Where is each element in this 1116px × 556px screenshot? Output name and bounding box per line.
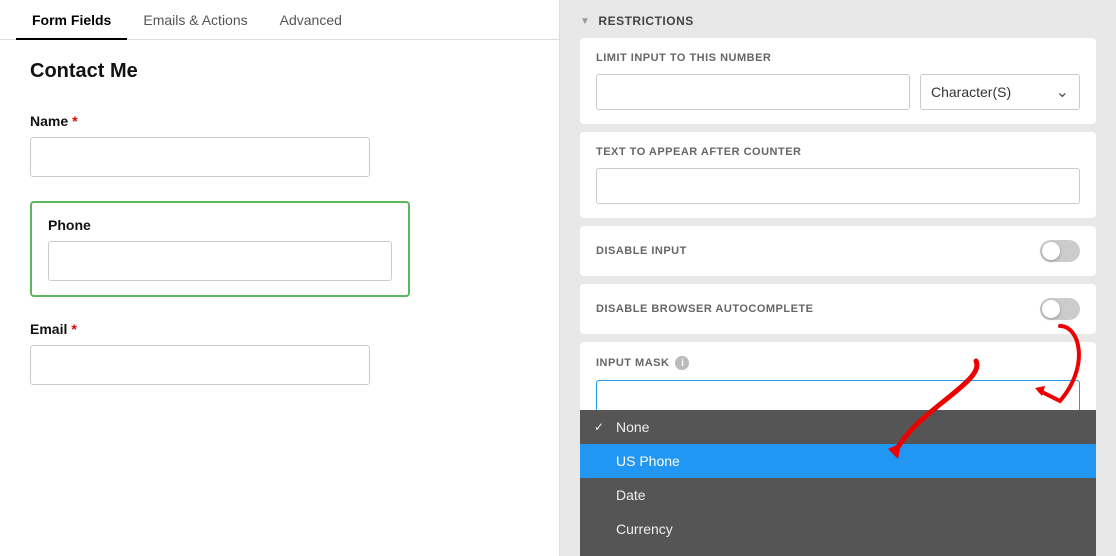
phone-field: Phone bbox=[30, 201, 529, 297]
input-mask-label: INPUT MASK bbox=[596, 357, 669, 369]
dropdown-item-none[interactable]: ✓ None bbox=[580, 410, 1096, 444]
disable-input-row: DISABLE INPUT bbox=[580, 226, 1096, 276]
tab-form-fields[interactable]: Form Fields bbox=[16, 0, 127, 40]
disable-input-label: DISABLE INPUT bbox=[596, 245, 687, 257]
restrictions-title: RESTRICTIONS bbox=[598, 14, 693, 28]
text-after-input[interactable]: Character(s) left bbox=[596, 168, 1080, 204]
email-input[interactable] bbox=[30, 345, 370, 385]
character-select-caret: ⌄ bbox=[1056, 82, 1069, 102]
form-content: Contact Me Name * Phone Email * bbox=[0, 40, 559, 556]
restrictions-chevron[interactable]: ▼ bbox=[580, 16, 590, 27]
character-select[interactable]: Character(S) ⌄ bbox=[920, 74, 1080, 110]
tab-advanced[interactable]: Advanced bbox=[264, 0, 358, 40]
limit-number-input[interactable] bbox=[596, 74, 910, 110]
none-checkmark: ✓ bbox=[594, 420, 608, 434]
email-field: Email * bbox=[30, 321, 529, 385]
restrictions-header: ▼ RESTRICTIONS bbox=[560, 0, 1116, 38]
settings-section: LIMIT INPUT TO THIS NUMBER Character(S) … bbox=[560, 38, 1116, 434]
dropdown-item-currency[interactable]: Currency bbox=[580, 512, 1096, 546]
disable-input-toggle[interactable] bbox=[1040, 240, 1080, 262]
tabs-bar: Form Fields Emails & Actions Advanced bbox=[0, 0, 559, 40]
name-field: Name * bbox=[30, 113, 529, 177]
phone-field-wrapper: Phone bbox=[30, 201, 410, 297]
tab-emails-actions[interactable]: Emails & Actions bbox=[127, 0, 263, 40]
name-input[interactable] bbox=[30, 137, 370, 177]
dropdown-item-date[interactable]: Date bbox=[580, 478, 1096, 512]
input-mask-dropdown: ✓ None US Phone Date Currency Cust bbox=[580, 410, 1096, 556]
character-select-value: Character(S) bbox=[931, 84, 1011, 100]
email-label: Email * bbox=[30, 321, 529, 337]
form-title: Contact Me bbox=[30, 60, 529, 83]
text-after-label: TEXT TO APPEAR AFTER COUNTER bbox=[596, 146, 1080, 158]
limit-input-row: LIMIT INPUT TO THIS NUMBER Character(S) … bbox=[580, 38, 1096, 124]
email-required: * bbox=[71, 321, 76, 337]
input-mask-section: INPUT MASK i ✓ None bbox=[580, 342, 1096, 416]
dropdown-item-us-phone[interactable]: US Phone bbox=[580, 444, 1096, 478]
name-label: Name * bbox=[30, 113, 529, 129]
dropdown-item-custom[interactable]: Custom bbox=[580, 546, 1096, 556]
left-panel: Form Fields Emails & Actions Advanced Co… bbox=[0, 0, 560, 556]
disable-autocomplete-label: DISABLE BROWSER AUTOCOMPLETE bbox=[596, 303, 814, 315]
phone-input[interactable] bbox=[48, 241, 392, 281]
input-mask-info-icon[interactable]: i bbox=[675, 356, 689, 370]
limit-input-label: LIMIT INPUT TO THIS NUMBER bbox=[596, 52, 1080, 64]
right-panel: ▼ RESTRICTIONS LIMIT INPUT TO THIS NUMBE… bbox=[560, 0, 1116, 556]
phone-label: Phone bbox=[48, 217, 392, 233]
name-required: * bbox=[72, 113, 77, 129]
limit-input-controls: Character(S) ⌄ bbox=[596, 74, 1080, 110]
text-after-row: TEXT TO APPEAR AFTER COUNTER Character(s… bbox=[580, 132, 1096, 218]
arrow-decoration bbox=[980, 316, 1100, 416]
